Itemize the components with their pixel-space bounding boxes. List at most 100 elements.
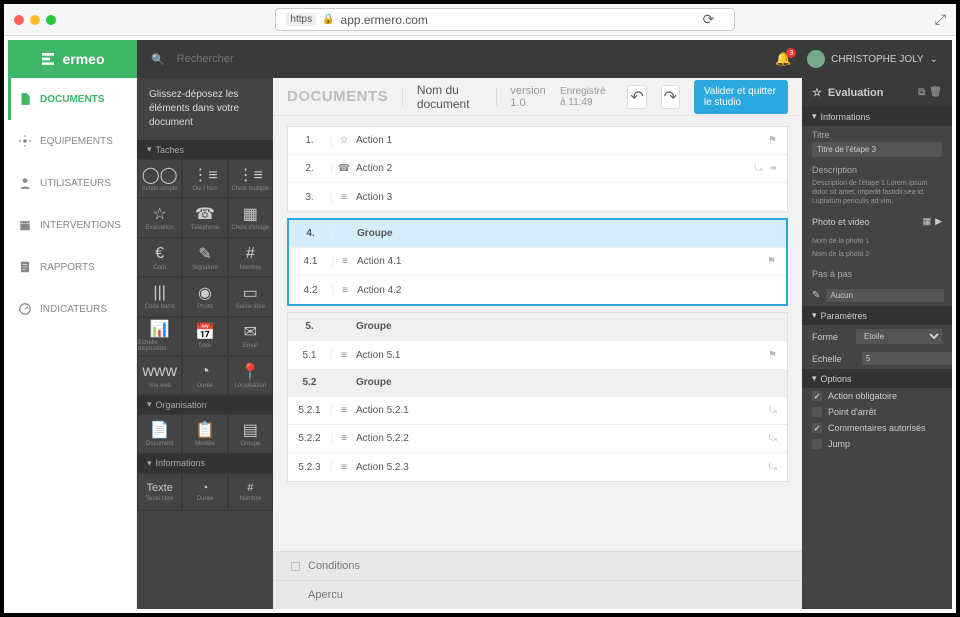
nav-interventions[interactable]: INTERVENTIONS <box>8 204 136 246</box>
group-5-block[interactable]: 5.Groupe 5.1≡Action 5.1⚑ 5.2Groupe 5.2.1… <box>287 312 788 482</box>
palette-item[interactable]: wwwSite web <box>137 356 182 395</box>
titre-input[interactable]: Titre de l'étape 3 <box>812 142 942 157</box>
fullscreen-icon[interactable]: ⤢ <box>935 11 946 28</box>
delete-icon[interactable]: 🗑 <box>929 87 942 98</box>
opt-commentaires[interactable]: Commentaires autorisés <box>802 420 952 436</box>
nav-documents[interactable]: DOCUMENTS <box>8 78 136 120</box>
photo-1[interactable]: Nom de la photo 1 <box>812 235 942 248</box>
group-4-block[interactable]: 4.Groupe 4.1≡Action 4.1⚑4.2≡Action 4.2 <box>287 218 788 306</box>
saved-timestamp: Enregistré à 11:49 <box>560 86 614 108</box>
nav-indicateurs[interactable]: INDICATEURS <box>8 288 136 330</box>
search-icon[interactable]: 🔍 <box>151 53 165 66</box>
sidebar-nav: DOCUMENTS EQUIPEMENTS UTILISATEURS INTER… <box>8 78 137 609</box>
bottom-tabs: Conditions Apercu <box>273 551 802 609</box>
palette-item[interactable]: ⋮≡Choix multiple <box>228 159 273 198</box>
avatar <box>807 50 825 68</box>
echelle-input[interactable] <box>862 352 952 365</box>
inspector-section-options[interactable]: ▾ Options <box>802 369 952 388</box>
step-row[interactable]: 4.2≡Action 4.2 <box>289 276 786 304</box>
description-text[interactable]: Description de l'étape 1 Lorem ipsum dol… <box>812 177 942 208</box>
search-input[interactable] <box>177 53 377 65</box>
palette-section-informations[interactable]: ▾ Informations <box>137 454 273 473</box>
star-icon: ☆ <box>812 86 822 99</box>
nav-rapports[interactable]: RAPPORTS <box>8 246 136 288</box>
browser-chrome: https 🔒 app.ermero.com ⟳ ⤢ <box>4 4 956 36</box>
user-menu[interactable]: CHRISTOPHE JOLY ⌄ <box>807 50 938 68</box>
copy-icon[interactable]: ⧉ <box>918 87 925 98</box>
element-palette: Glissez-déposez les éléments dans votre … <box>137 78 273 609</box>
photo-2[interactable]: Nom de la photo 2 <box>812 248 942 261</box>
group-4-header[interactable]: 4.Groupe <box>289 220 786 248</box>
validate-button[interactable]: Valider et quitter le studio <box>694 80 788 114</box>
step-row[interactable]: 5.2.2≡Action 5.2.2⤿ <box>288 425 787 453</box>
nav-utilisateurs[interactable]: UTILISATEURS <box>8 162 136 204</box>
chevron-down-icon: ⌄ <box>930 54 938 65</box>
forme-select[interactable]: Etoile <box>856 329 942 344</box>
palette-item[interactable]: ▦Choix d'image <box>228 198 273 237</box>
url-bar[interactable]: https 🔒 app.ermero.com ⟳ <box>275 8 735 31</box>
inspector-panel: ☆ Evaluation ⧉ 🗑 ▾ Informations Titre Ti… <box>802 78 952 609</box>
palette-item[interactable]: ☆Evaluation <box>137 198 182 237</box>
palette-item[interactable]: ◔Durée <box>182 473 227 511</box>
group-5-header[interactable]: 5.Groupe <box>288 313 787 341</box>
palette-item[interactable]: 📍Localisation <box>228 356 273 395</box>
palette-item[interactable]: #Nombre <box>228 473 273 511</box>
step-row[interactable]: 1.☆Action 1⚑ <box>288 127 787 155</box>
step-row[interactable]: 2.☎Action 2⤿↠ <box>288 155 787 183</box>
photo-label: Photo et video <box>812 217 919 227</box>
palette-item[interactable]: ☎Téléphone <box>182 198 227 237</box>
group-5-2-header[interactable]: 5.2Groupe <box>288 369 787 397</box>
palette-item[interactable]: €Coût <box>137 238 182 277</box>
notifications-icon[interactable]: 🔔3 <box>775 51 791 67</box>
app-header: ermeo 🔍 🔔3 CHRISTOPHE JOLY ⌄ <box>8 40 952 78</box>
url-text: app.ermero.com <box>341 13 428 27</box>
nav-equipements[interactable]: EQUIPEMENTS <box>8 120 136 162</box>
tab-apercu[interactable]: Apercu <box>273 580 802 609</box>
undo-button[interactable]: ↶ <box>627 85 646 109</box>
palette-item[interactable]: 📅Date <box>182 317 227 356</box>
edit-icon[interactable]: ✎ <box>812 290 820 301</box>
reload-icon[interactable]: ⟳ <box>703 11 715 28</box>
document-version: version 1.0 <box>510 85 546 109</box>
page-title: DOCUMENTS <box>287 88 388 105</box>
inspector-header: ☆ Evaluation ⧉ 🗑 <box>802 78 952 107</box>
palette-item[interactable]: ✉Email <box>228 317 273 356</box>
lock-icon: 🔒 <box>322 14 334 25</box>
main-canvas: DOCUMENTS Nom du document version 1.0 En… <box>273 78 802 609</box>
brand-logo[interactable]: ermeo <box>8 40 137 78</box>
palette-item[interactable]: ⋮≡Oui / Non <box>182 159 227 198</box>
step-row[interactable]: 5.2.1≡Action 5.2.1⤿ <box>288 397 787 425</box>
palette-item[interactable]: ▭Saisie libre <box>228 277 273 316</box>
opt-jump[interactable]: Jump <box>802 436 952 452</box>
palette-item[interactable]: 📊Echelle disposition <box>137 317 182 356</box>
add-video-icon[interactable]: ▶ <box>935 216 942 227</box>
palette-item[interactable]: ◔Durée <box>182 356 227 395</box>
inspector-section-info[interactable]: ▾ Informations <box>802 107 952 126</box>
pas-input[interactable] <box>826 289 944 302</box>
tab-conditions[interactable]: Conditions <box>273 551 802 580</box>
palette-hint: Glissez-déposez les éléments dans votre … <box>137 78 273 140</box>
add-photo-icon[interactable]: ▦ <box>923 216 932 227</box>
palette-section-organisation[interactable]: ▾ Organisation <box>137 395 273 414</box>
opt-point-arret[interactable]: Point d'arrêt <box>802 404 952 420</box>
step-row[interactable]: 5.1≡Action 5.1⚑ <box>288 341 787 369</box>
palette-item[interactable]: ◯◯Action simple <box>137 159 182 198</box>
palette-item[interactable]: 📄Document <box>137 414 182 453</box>
palette-item[interactable]: |||Code barre <box>137 277 182 316</box>
step-row[interactable]: 3.≡Action 3 <box>288 183 787 211</box>
palette-section-taches[interactable]: ▾ Taches <box>137 140 273 159</box>
redo-button[interactable]: ↷ <box>661 85 680 109</box>
palette-item[interactable]: 📋Modèle <box>182 414 227 453</box>
palette-item[interactable]: #Nombre <box>228 238 273 277</box>
document-toolbar: DOCUMENTS Nom du document version 1.0 En… <box>273 78 802 116</box>
palette-item[interactable]: ✎Signature <box>182 238 227 277</box>
document-name[interactable]: Nom du document <box>417 83 482 111</box>
palette-item[interactable]: TexteTexte libre <box>137 473 182 511</box>
palette-item[interactable]: ▤Groupe <box>228 414 273 453</box>
step-row[interactable]: 5.2.3≡Action 5.2.3⤿ <box>288 453 787 481</box>
window-controls[interactable] <box>14 15 56 25</box>
step-row[interactable]: 4.1≡Action 4.1⚑ <box>289 248 786 276</box>
palette-item[interactable]: ◉Photo <box>182 277 227 316</box>
opt-action-obligatoire[interactable]: Action obligatoire <box>802 388 952 404</box>
inspector-section-parametres[interactable]: ▾ Paramètres <box>802 306 952 325</box>
